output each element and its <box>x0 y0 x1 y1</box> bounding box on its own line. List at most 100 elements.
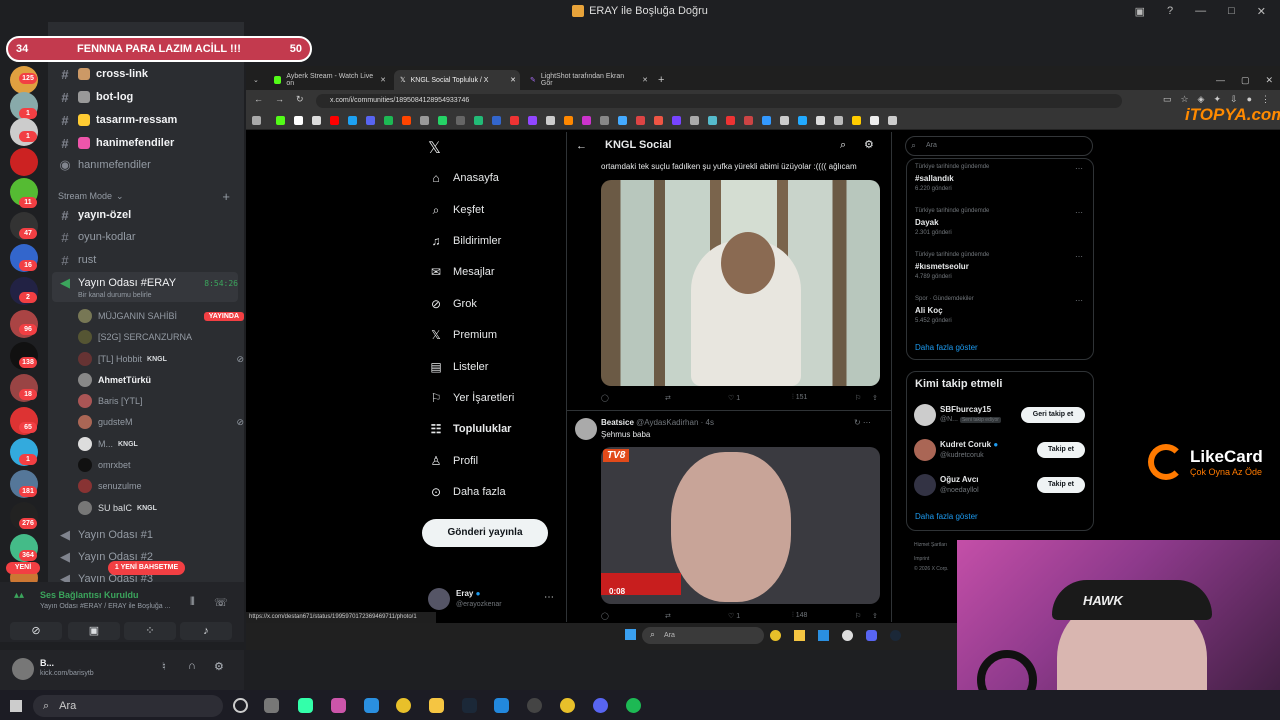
search-icon[interactable]: ⌕ <box>840 139 846 152</box>
discord-icon[interactable] <box>593 698 608 713</box>
windows-start-icon[interactable] <box>10 700 22 712</box>
avatar[interactable] <box>914 404 936 426</box>
reply-icon[interactable]: ◯ <box>601 394 609 402</box>
folder-icon[interactable] <box>794 630 805 641</box>
inner-search-input[interactable]: Ara <box>642 627 764 644</box>
nav-notifications[interactable]: ♫ Bildirimler <box>428 231 502 251</box>
widgets-icon[interactable] <box>264 698 279 713</box>
bookmark-icon[interactable] <box>870 116 879 125</box>
bookmark-icon[interactable] <box>672 116 681 125</box>
bookmark-icon[interactable] <box>690 116 699 125</box>
apps-icon[interactable] <box>252 116 261 125</box>
bookmark-icon[interactable] <box>492 116 501 125</box>
voice-user[interactable]: senuzulme <box>78 476 244 496</box>
channel-tasarim-ressam[interactable]: # tasarım-ressam <box>58 110 238 130</box>
bookmark-icon[interactable] <box>852 116 861 125</box>
download-icon[interactable]: ⇩ <box>1230 94 1238 105</box>
reply-icon[interactable]: ◯ <box>601 612 609 620</box>
bookmark-icon[interactable] <box>834 116 843 125</box>
voice-status-title[interactable]: Ses Bağlantısı Kuruldu <box>40 590 139 600</box>
bookmark-icon[interactable] <box>384 116 393 125</box>
tab-kick[interactable]: Ayberk Stream - Watch Live on ✕ <box>268 70 390 90</box>
post-more-icon[interactable]: ↻ ⋯ <box>854 418 871 427</box>
category-stream-mode[interactable]: Stream Mode ⌄ + <box>58 186 238 206</box>
repost-icon[interactable]: ⇄ <box>665 394 671 402</box>
bookmark-icon[interactable] <box>618 116 627 125</box>
bookmark-icon[interactable] <box>348 116 357 125</box>
avatar[interactable] <box>12 658 34 680</box>
close-icon[interactable]: ✕ <box>1257 5 1266 18</box>
avatar[interactable] <box>428 588 450 610</box>
avatar[interactable] <box>914 474 936 496</box>
like-button[interactable]: ♡ 1 <box>728 394 740 402</box>
channel-hanimefendiler[interactable]: # hanimefendiler <box>58 133 238 153</box>
extension-icon[interactable]: ◈ <box>1198 94 1205 105</box>
trend-name[interactable]: #sallandık <box>915 174 954 183</box>
x-search-input[interactable]: Ara <box>905 136 1093 156</box>
trend-more-icon[interactable]: ⋯ <box>1075 164 1083 173</box>
voice-channel-eray[interactable]: ◀ Yayın Odası #ERAY 8:54:26 <box>58 273 238 293</box>
new-tab-button[interactable]: + <box>652 70 670 90</box>
channel-bot-log[interactable]: # bot-log <box>58 87 238 107</box>
bookmark-icon[interactable] <box>564 116 573 125</box>
voice-user[interactable]: Baris [YTL] <box>78 391 244 411</box>
menu-icon[interactable]: ⋮ <box>1261 94 1270 105</box>
nav-lists[interactable]: ▤ Listeler <box>428 357 488 377</box>
account-more-icon[interactable]: ⋯ <box>544 592 554 603</box>
nav-communities[interactable]: ☷ Topluluklar <box>428 419 512 439</box>
steam-icon[interactable] <box>462 698 477 713</box>
soundboard-button[interactable]: ♪ <box>180 622 232 640</box>
channel-yayin-ozel[interactable]: # yayın-özel <box>58 205 238 225</box>
post-image[interactable] <box>601 180 880 386</box>
close-icon[interactable]: ✕ <box>1266 75 1274 86</box>
spotify-icon[interactable] <box>626 698 641 713</box>
minimize-icon[interactable]: — <box>1195 5 1206 17</box>
new-mention-pill[interactable]: 1 YENİ BAHSETME <box>108 561 185 575</box>
bookmark-icon[interactable] <box>294 116 303 125</box>
minimize-icon[interactable]: — <box>1216 75 1225 85</box>
bookmark-icon[interactable] <box>654 116 663 125</box>
nav-profile[interactable]: ♙ Profil <box>428 451 478 471</box>
task-view-icon[interactable] <box>233 698 248 713</box>
nav-grok[interactable]: ⊘ Grok <box>428 294 477 314</box>
follow-name[interactable]: SBFburcay15 <box>940 405 991 414</box>
back-icon[interactable]: ← <box>254 94 263 105</box>
bookmark-icon[interactable] <box>816 116 825 125</box>
post-video[interactable]: TV8 0:08 <box>601 447 880 604</box>
bookmark-icon[interactable] <box>456 116 465 125</box>
chrome-icon[interactable] <box>396 698 411 713</box>
voice-user[interactable]: [S2G] SERCANZURNA <box>78 327 244 347</box>
steam-icon[interactable] <box>890 630 901 641</box>
bookmark-icon[interactable] <box>438 116 447 125</box>
voice-user[interactable]: AhmetTürkü <box>78 370 244 390</box>
headphones-icon[interactable]: ∩ <box>188 660 196 672</box>
bookmark-icon[interactable] <box>528 116 537 125</box>
avatar[interactable] <box>575 418 597 440</box>
bookmark-icon[interactable] <box>312 116 321 125</box>
trend-more-icon[interactable]: ⋯ <box>1075 208 1083 217</box>
bookmark-icon[interactable] <box>636 116 645 125</box>
channel-hanimefendiler-2[interactable]: ◉ hanımefendiler <box>58 155 238 175</box>
avatar[interactable] <box>914 439 936 461</box>
trend-more-icon[interactable]: ⋯ <box>1075 296 1083 305</box>
trend-name[interactable]: Dayak <box>915 218 939 227</box>
discord-icon[interactable] <box>866 630 877 641</box>
follow-button[interactable]: Takip et <box>1037 477 1085 493</box>
show-more-follow-link[interactable]: Daha fazla göster <box>915 512 978 521</box>
url-field[interactable]: x.com/i/communities/1895084128954933746 <box>316 94 1122 108</box>
voice-channel-1[interactable]: ◀ Yayın Odası #1 <box>58 525 238 545</box>
nav-premium[interactable]: 𝕏 Premium <box>428 325 497 345</box>
channel-oyun-kodlar[interactable]: # oyun-kodlar <box>58 227 238 247</box>
taskbar-search-input[interactable]: ⌕ Ara <box>33 695 223 717</box>
bookmark-icon[interactable] <box>366 116 375 125</box>
camera-button[interactable]: ⊘ <box>10 622 62 640</box>
views-count[interactable]: ⫶ 151 <box>792 394 807 402</box>
chrome-icon[interactable] <box>770 630 781 641</box>
bookmark-icon[interactable] <box>582 116 591 125</box>
nav-home[interactable]: ⌂ Anasayfa <box>428 168 499 188</box>
profile-icon[interactable]: ● <box>1247 94 1252 105</box>
bookmark-icon[interactable] <box>420 116 429 125</box>
share-icon[interactable]: ⇪ <box>872 394 878 402</box>
bookmark-icon[interactable]: ⚐ <box>855 394 861 402</box>
trend-name[interactable]: Ali Koç <box>915 306 943 315</box>
